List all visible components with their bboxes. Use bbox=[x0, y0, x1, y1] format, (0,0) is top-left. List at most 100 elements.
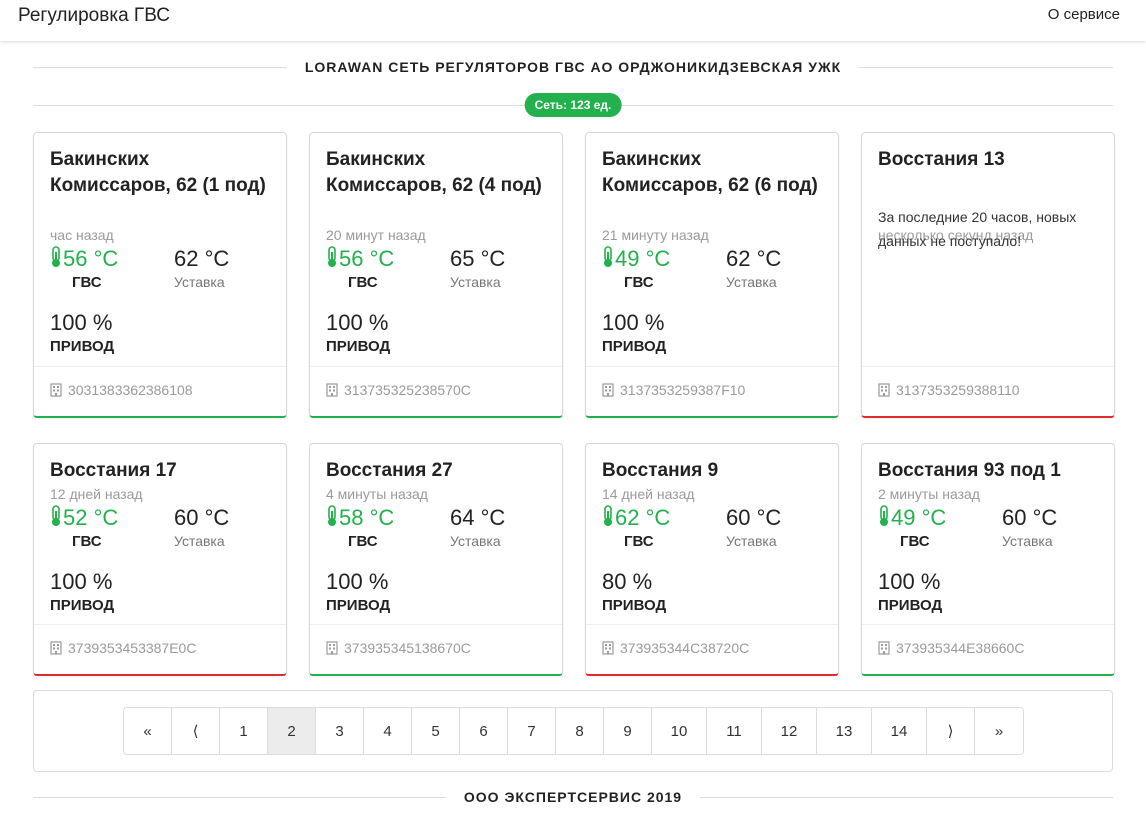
pagination-panel: «⟨ 1 2 3 4 5 6 7 8 9 10 11 12 13 14 ⟩» bbox=[33, 690, 1113, 772]
page-button[interactable]: 3 bbox=[316, 708, 364, 754]
setpoint-label: Уставка bbox=[450, 533, 501, 549]
page-button[interactable]: 1 bbox=[220, 708, 268, 754]
page-button[interactable]: 7 bbox=[508, 708, 556, 754]
card-footer: 3137353259387F10 bbox=[586, 366, 838, 416]
device-id: 313735325238570C bbox=[326, 382, 471, 398]
setpoint-value: 60 °C bbox=[174, 505, 230, 530]
about-link[interactable]: О сервисе bbox=[1048, 6, 1120, 23]
thermometer-icon bbox=[880, 505, 888, 526]
device-id-value: 373935344C38720C bbox=[620, 640, 750, 656]
building-icon bbox=[326, 383, 338, 397]
device-id: 373935344E38660C bbox=[878, 640, 1024, 656]
setpoint-value: 60 °C bbox=[726, 505, 782, 530]
building-card[interactable]: Бакинских Комиссаров, 62 (4 под) 20 минут… bbox=[309, 132, 563, 418]
building-card[interactable]: Восстания 17 12 дней назад 52 °C ГВС 60 °C Ус… bbox=[33, 443, 287, 676]
card-footer: 373935344E38660C bbox=[862, 624, 1114, 674]
device-id-value: 313735325238570C bbox=[344, 382, 471, 398]
gvs-temperature: 52 °C bbox=[50, 505, 118, 531]
building-card[interactable]: Восстания 27 4 минуты назад 58 °C ГВС 64 °C У… bbox=[309, 443, 563, 676]
navbar: Регулировка ГВС О сервисе bbox=[0, 0, 1146, 41]
last-update-time: 14 дней назад bbox=[602, 486, 695, 502]
gvs-label: ГВС bbox=[624, 274, 654, 291]
setpoint-value: 60 °C bbox=[1002, 505, 1058, 530]
page-button[interactable]: 4 bbox=[364, 708, 412, 754]
building-card[interactable]: Восстания 13 несколько секунд назад За пос… bbox=[861, 132, 1115, 418]
drive-value: 100 % bbox=[50, 569, 113, 594]
gvs-temperature: 49 °C bbox=[878, 505, 946, 531]
setpoint-label: Уставка bbox=[726, 533, 777, 549]
page-button[interactable]: 10 bbox=[652, 708, 707, 754]
device-id: 373935345138670C bbox=[326, 640, 471, 656]
card-footer: 373935344C38720C bbox=[586, 624, 838, 674]
setpoint-value: 64 °C bbox=[450, 505, 506, 530]
drive-value: 80 % bbox=[602, 569, 653, 594]
thermometer-icon bbox=[604, 505, 612, 526]
gvs-temperature: 49 °C bbox=[602, 246, 670, 272]
brand-title[interactable]: Регулировка ГВС bbox=[18, 5, 170, 27]
last-update-time: 20 минут назад bbox=[326, 227, 426, 243]
setpoint-label: Уставка bbox=[1002, 533, 1053, 549]
page-button[interactable]: 8 bbox=[556, 708, 604, 754]
gvs-label: ГВС bbox=[900, 533, 930, 550]
gvs-temperature-value: 56 °C bbox=[63, 246, 119, 271]
drive-label: ПРИВОД bbox=[50, 597, 115, 614]
page-button[interactable]: 5 bbox=[412, 708, 460, 754]
device-id-value: 3739353453387E0C bbox=[68, 640, 197, 656]
card-footer: 313735325238570C bbox=[310, 366, 562, 416]
gvs-temperature-value: 62 °C bbox=[615, 505, 671, 530]
device-id: 3031383362386108 bbox=[50, 382, 193, 398]
thermometer-icon bbox=[328, 505, 336, 526]
gvs-label: ГВС bbox=[72, 274, 102, 291]
card-title: Восстания 17 bbox=[50, 460, 177, 481]
page-button[interactable]: 6 bbox=[460, 708, 508, 754]
device-id-value: 373935344E38660C bbox=[896, 640, 1025, 656]
gvs-temperature-value: 56 °C bbox=[339, 246, 395, 271]
page-button[interactable]: » bbox=[975, 708, 1023, 754]
device-id-value: 3031383362386108 bbox=[68, 382, 193, 398]
card-footer: 3137353259388110 bbox=[862, 366, 1114, 416]
last-update-time: 21 минуту назад bbox=[602, 227, 709, 243]
network-count-badge: Сеть: 123 ед. bbox=[524, 93, 622, 117]
thermometer-icon bbox=[604, 246, 612, 267]
device-id: 373935344C38720C bbox=[602, 640, 749, 656]
building-card[interactable]: Восстания 93 под 1 2 минуты назад 49 °C ГВС… bbox=[861, 443, 1115, 676]
page-button[interactable]: 11 bbox=[707, 708, 762, 754]
page-button[interactable]: 2 bbox=[268, 708, 316, 754]
gvs-label: ГВС bbox=[348, 274, 378, 291]
pagination: «⟨ 1 2 3 4 5 6 7 8 9 10 11 12 13 14 ⟩» bbox=[123, 707, 1024, 755]
page-button[interactable]: ⟩ bbox=[927, 708, 975, 754]
building-icon bbox=[602, 383, 614, 397]
page-button[interactable]: 13 bbox=[817, 708, 872, 754]
building-card[interactable]: Бакинских Комиссаров, 62 (1 под) час наза… bbox=[33, 132, 287, 418]
page-button[interactable]: « bbox=[124, 708, 172, 754]
page-button[interactable]: ⟨ bbox=[172, 708, 220, 754]
gvs-label: ГВС bbox=[348, 533, 378, 550]
last-update-time: 4 минуты назад bbox=[326, 486, 428, 502]
building-card[interactable]: Бакинских Комиссаров, 62 (6 под) 21 минут… bbox=[585, 132, 839, 418]
gvs-temperature-value: 49 °C bbox=[615, 246, 671, 271]
gvs-temperature: 62 °C bbox=[602, 505, 670, 531]
setpoint-value: 62 °C bbox=[726, 246, 782, 271]
setpoint-label: Уставка bbox=[174, 533, 225, 549]
drive-value: 100 % bbox=[326, 569, 389, 594]
thermometer-icon bbox=[328, 246, 336, 267]
setpoint-label: Уставка bbox=[726, 274, 777, 290]
page-button[interactable]: 14 bbox=[872, 708, 927, 754]
page-button[interactable]: 12 bbox=[762, 708, 817, 754]
device-id: 3739353453387E0C bbox=[50, 640, 196, 656]
card-title: Восстания 27 bbox=[326, 460, 453, 481]
building-icon bbox=[50, 641, 62, 655]
gvs-temperature: 56 °C bbox=[50, 246, 118, 272]
device-id: 3137353259388110 bbox=[878, 382, 1020, 398]
card-title: Восстания 93 под 1 bbox=[878, 460, 1061, 481]
gvs-temperature-value: 49 °C bbox=[891, 505, 947, 530]
device-id: 3137353259387F10 bbox=[602, 382, 745, 398]
gvs-temperature: 58 °C bbox=[326, 505, 394, 531]
card-title: Бакинских Комиссаров, 62 (6 под) bbox=[602, 149, 818, 196]
last-update-time: час назад bbox=[50, 227, 114, 243]
building-icon bbox=[50, 383, 62, 397]
footer-text: ООО ЭКСПЕРТСЕРВИС 2019 bbox=[445, 786, 701, 808]
page-button[interactable]: 9 bbox=[604, 708, 652, 754]
building-card[interactable]: Восстания 9 14 дней назад 62 °C ГВС 60 °C Уст… bbox=[585, 443, 839, 676]
device-id-value: 373935345138670C bbox=[344, 640, 471, 656]
